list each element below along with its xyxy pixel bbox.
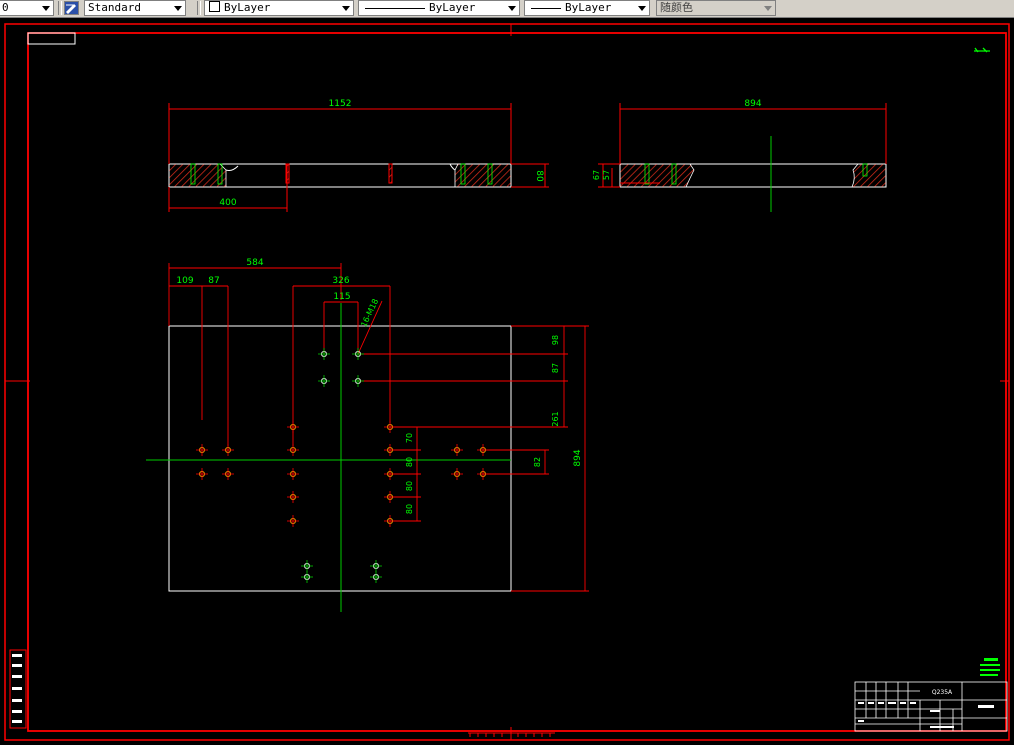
side-view-section: 894 67 57: [592, 99, 887, 212]
chevron-down-icon: [42, 6, 50, 11]
dimstyle-combo[interactable]: Standard: [84, 0, 186, 16]
plotstyle-combo[interactable]: 随颜色: [656, 0, 776, 16]
dim-326: 326: [332, 276, 349, 286]
hole-marker: [370, 571, 382, 583]
hole-pattern: [196, 348, 489, 583]
technical-notes: [980, 658, 1000, 676]
hole-marker: [370, 560, 382, 572]
lineweight-preview-icon: [531, 7, 561, 9]
drawing-frame: [4, 23, 1010, 741]
dim-57: 57: [602, 170, 611, 180]
hole-marker: [301, 571, 313, 583]
chevron-down-icon: [342, 6, 350, 11]
hole-marker: [477, 468, 489, 480]
revision-column: [9, 649, 27, 729]
hole-marker: [318, 375, 330, 387]
hole-marker: [196, 468, 208, 480]
linetype-combo[interactable]: ByLayer: [358, 0, 520, 16]
hole-marker: [196, 444, 208, 456]
color-swatch-icon: [209, 1, 220, 12]
color-combo[interactable]: ByLayer: [204, 0, 354, 16]
toolbar-separator: [197, 1, 201, 15]
dim-1152: 1152: [329, 99, 352, 109]
hole-marker: [451, 444, 463, 456]
dim-67: 67: [592, 170, 601, 180]
dim-894-plan: 894: [573, 449, 583, 466]
linetype-preview-icon: [365, 7, 425, 9]
hole-marker: [451, 468, 463, 480]
hole-marker: [352, 375, 364, 387]
dim-87-right: 87: [551, 363, 560, 373]
dim-80-thickness: 80: [534, 170, 544, 182]
layer-combo[interactable]: 0: [0, 0, 54, 16]
chevron-down-icon: [508, 6, 516, 11]
hole-marker: [384, 444, 396, 456]
dimstyle-manager-icon[interactable]: [64, 1, 79, 15]
dim-400: 400: [219, 198, 236, 208]
drawing-number-box: [27, 32, 76, 45]
title-block-material: Q235A: [932, 689, 953, 696]
dim-80-a: 80: [405, 457, 414, 467]
plan-view: 584 109 87 326 115 16-M18 98 87 261 70 8…: [146, 258, 589, 612]
hole-marker: [222, 468, 234, 480]
dim-87: 87: [208, 276, 219, 286]
hole-marker: [384, 421, 396, 433]
top-view-section: 1152 400 80: [168, 99, 549, 212]
hole-marker: [287, 515, 299, 527]
dim-115: 115: [333, 292, 350, 302]
dim-82: 82: [533, 457, 542, 467]
corner-mark: [974, 47, 990, 53]
hole-marker: [384, 491, 396, 503]
dim-894-side: 894: [744, 99, 761, 109]
hole-marker: [352, 348, 364, 360]
hole-marker: [318, 348, 330, 360]
hole-marker: [384, 468, 396, 480]
hole-marker: [477, 444, 489, 456]
hole-marker: [301, 560, 313, 572]
hole-marker: [222, 444, 234, 456]
dim-80-b: 80: [405, 481, 414, 491]
chevron-down-icon: [174, 6, 182, 11]
chevron-down-icon: [638, 6, 646, 11]
chevron-down-icon: [764, 6, 772, 11]
hole-marker: [287, 421, 299, 433]
dim-109: 109: [176, 276, 193, 286]
dim-80-c: 80: [405, 504, 414, 514]
drawing-canvas[interactable]: 1152 400 80 894 67 57 584 109 87 326 115…: [0, 18, 1014, 745]
dim-261: 261: [551, 411, 560, 426]
hole-marker: [287, 444, 299, 456]
lineweight-combo[interactable]: ByLayer: [524, 0, 650, 16]
dim-98: 98: [551, 335, 560, 345]
properties-toolbar: 0 Standard ByLayer ByLayer ByLayer 随颜色: [0, 0, 1014, 18]
hole-marker: [287, 468, 299, 480]
dim-584: 584: [246, 258, 263, 268]
toolbar-separator: [58, 1, 62, 15]
hole-marker: [287, 491, 299, 503]
hole-marker: [384, 515, 396, 527]
dim-70: 70: [405, 433, 414, 443]
